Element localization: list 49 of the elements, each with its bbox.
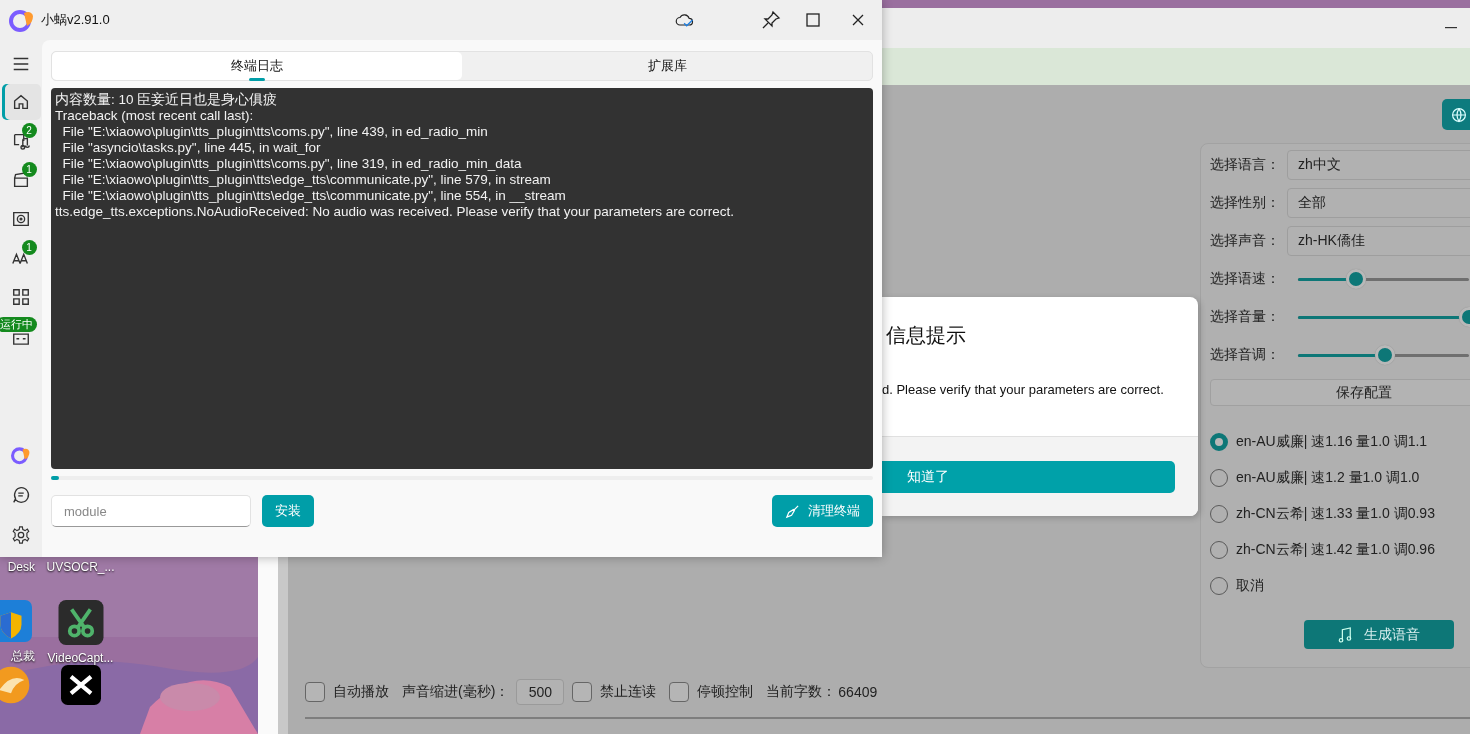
log-line: tts.edge_tts.exceptions.NoAudioReceived: No audio was received. Please verify that your parameters are correct. bbox=[55, 204, 736, 220]
count-value: 66409 bbox=[838, 683, 878, 700]
nav-item[interactable]: 1 bbox=[1, 240, 41, 276]
preset-label[interactable]: zh-CN云希| 速1.33 量1.0 调0.93 bbox=[1236, 505, 1435, 523]
nav-item[interactable]: 1 bbox=[1, 162, 41, 198]
desktop-icon-label: Desk bbox=[7, 560, 35, 574]
window-title: 小蜗v2.91.0 bbox=[41, 11, 110, 29]
badge: 2 bbox=[21, 123, 37, 138]
field-label: 选择音量： bbox=[1210, 308, 1281, 326]
field-label: 选择音调： bbox=[1210, 346, 1281, 364]
preset-label[interactable]: zh-CN云希| 速1.42 量1.0 调0.96 bbox=[1236, 541, 1435, 559]
count-label: 当前字数： bbox=[766, 682, 837, 701]
dialog-message: d. Please verify that your parameters are correct. bbox=[882, 382, 1165, 397]
tab[interactable]: 扩展库 bbox=[462, 52, 872, 80]
log-line: 内容数量: 10 臣妾近日也是身心俱疲 bbox=[55, 92, 279, 108]
checkbox-label: 禁止连读 bbox=[600, 682, 657, 701]
field-label: 选择声音： bbox=[1210, 232, 1281, 250]
badge: 运行中 bbox=[0, 317, 37, 332]
dropdown[interactable]: 全部 bbox=[1287, 188, 1470, 218]
number-field[interactable]: 500 bbox=[516, 678, 565, 705]
badge: 1 bbox=[21, 162, 37, 177]
dialog-title: 信息提示 bbox=[886, 323, 967, 348]
log-line: Traceback (most recent call last): bbox=[55, 108, 255, 124]
save-config-button[interactable]: 保存配置 bbox=[1210, 379, 1470, 406]
preset-label[interactable]: en-AU威廉| 速1.2 量1.0 调1.0 bbox=[1236, 469, 1420, 487]
badge: 1 bbox=[21, 240, 37, 255]
dropdown[interactable]: zh中文 bbox=[1287, 150, 1470, 180]
log-line: File "E:\xiaowo\plugin\tts_plugin\tts\edge_tts\communicate.py", line 579, in stream bbox=[61, 172, 552, 188]
nav-item[interactable]: 2 bbox=[1, 123, 41, 159]
preset-label[interactable]: 取消 bbox=[1236, 577, 1264, 595]
dropdown[interactable]: zh-HK僑佳 bbox=[1287, 226, 1470, 256]
desktop-icon-label: 总裁 bbox=[11, 648, 35, 665]
tab[interactable]: 终端日志 bbox=[52, 52, 462, 80]
log-line: File "asyncio\tasks.py", line 445, in wait_for bbox=[61, 140, 322, 156]
desktop-icon-label: VideoCapt... bbox=[47, 651, 114, 665]
field-label: 声音缩进(毫秒)： bbox=[402, 682, 510, 701]
log-line: File "E:\xiaowo\plugin\tts_plugin\tts\edge_tts\communicate.py", line 554, in __stream bbox=[61, 188, 567, 204]
checkbox-label: 停顿控制 bbox=[697, 682, 754, 701]
field-label: 选择语速： bbox=[1210, 270, 1281, 288]
field-label: 选择性别： bbox=[1210, 194, 1281, 212]
field-label: 选择语言： bbox=[1210, 156, 1281, 174]
desktop-icon-label: UVSOCR_... bbox=[46, 560, 115, 574]
nav-item[interactable]: 运行中 bbox=[1, 318, 41, 354]
checkbox-label: 自动播放 bbox=[333, 682, 389, 701]
module-input[interactable]: module bbox=[51, 495, 251, 527]
preset-label[interactable]: en-AU威廉| 速1.16 量1.0 调1.1 bbox=[1236, 433, 1428, 451]
generate-speech-button[interactable]: 生成语音 bbox=[1304, 620, 1454, 649]
log-line: File "E:\xiaowo\plugin\tts_plugin\tts\coms.py", line 319, in ed_radio_min_data bbox=[61, 156, 523, 172]
log-line: File "E:\xiaowo\plugin\tts_plugin\tts\coms.py", line 439, in ed_radio_min bbox=[61, 124, 489, 140]
